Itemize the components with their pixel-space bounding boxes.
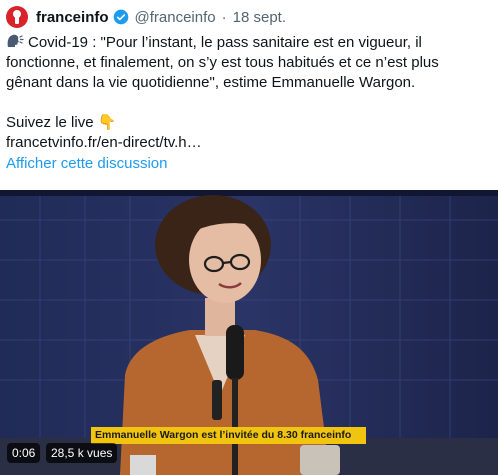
author-name[interactable]: franceinfo bbox=[36, 9, 109, 26]
tweet-text: Covid-19 : "Pour l’instant, le pass sani… bbox=[6, 33, 492, 93]
author-handle[interactable]: @franceinfo bbox=[135, 9, 216, 26]
verified-badge-icon bbox=[113, 9, 128, 25]
video-views-badge: 28,5 k vues bbox=[46, 443, 118, 463]
live-link[interactable]: francetvinfo.fr/en-direct/tv.h… bbox=[6, 134, 202, 151]
follow-live-text: Suivez le live 👇 bbox=[6, 114, 117, 131]
tweet-text-line-3: gênant dans la vie quotidienne", estime … bbox=[6, 74, 416, 91]
speaking-head-icon bbox=[7, 34, 24, 47]
tweet-text-content-1: Covid-19 : "Pour l’instant, le pass sani… bbox=[28, 34, 422, 51]
tweet-card[interactable]: franceinfo @franceinfo · 18 sept. Covid-… bbox=[0, 0, 498, 475]
separator-dot: · bbox=[221, 8, 227, 26]
video-duration-badge: 0:06 bbox=[7, 443, 41, 463]
tweet-header: franceinfo @franceinfo · 18 sept. bbox=[6, 4, 286, 30]
show-thread-link[interactable]: Afficher cette discussion bbox=[6, 155, 167, 172]
tweet-date[interactable]: 18 sept. bbox=[233, 9, 286, 26]
tweet-text-line-2: fonctionne, et finalement, on s’y est to… bbox=[6, 54, 439, 71]
tweet-text-line-1: Covid-19 : "Pour l’instant, le pass sani… bbox=[6, 33, 492, 53]
lower-third-banner: Emmanuelle Wargon est l’invitée du 8.30 … bbox=[91, 427, 366, 444]
franceinfo-avatar[interactable] bbox=[6, 6, 28, 28]
